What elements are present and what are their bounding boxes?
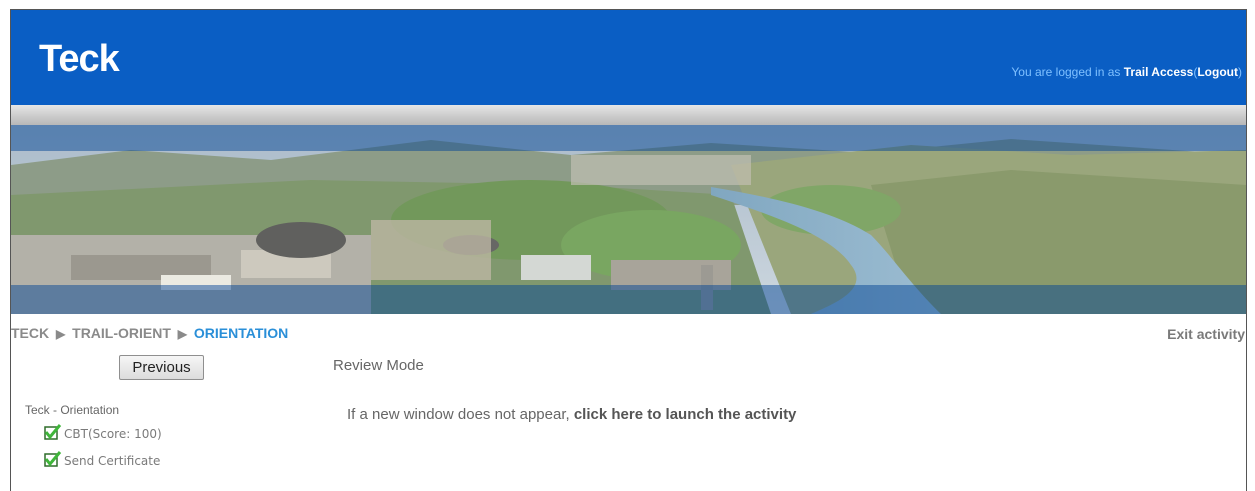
launch-activity-link[interactable]: click here to launch the activity [574,406,797,423]
breadcrumb-separator-icon: ▶ [177,327,188,341]
toc-item-send-certificate[interactable]: Send Certificate [44,451,160,470]
breadcrumb-item-trail-orient[interactable]: TRAIL-ORIENT [72,325,171,341]
login-info: You are logged in as Trail Access(Logout… [1011,65,1242,79]
toc-item-cbt[interactable]: CBT(Score: 100) [44,424,162,443]
breadcrumb-item-teck[interactable]: TECK [11,325,49,341]
launch-message: If a new window does not appear, click h… [347,406,796,423]
toc-item-label: Send Certificate [64,454,161,468]
login-prefix: You are logged in as [1011,65,1121,79]
breadcrumb-item-orientation: ORIENTATION [193,325,289,341]
logout-link[interactable]: Logout [1197,65,1238,79]
breadcrumb-separator-icon: ▶ [56,327,66,341]
activity-toc: Teck - Orientation [25,403,119,417]
toc-title: Teck - Orientation [25,403,120,417]
logged-in-user: Trail Access [1123,65,1194,79]
header-divider-bar [11,105,1246,125]
site-banner-image [11,125,1246,314]
review-mode-label: Review Mode [333,357,424,374]
completed-check-icon [44,451,62,470]
launch-prefix: If a new window does not appear, [347,406,570,423]
toc-item-label: CBT(Score: 100) [64,427,162,441]
breadcrumb: TECK ▶ TRAIL-ORIENT ▶ ORIENTATION [11,325,288,341]
teck-logo[interactable]: Teck [39,38,120,81]
exit-activity-link[interactable]: Exit activity [1167,326,1245,342]
previous-button[interactable]: Previous [119,355,204,380]
site-header: Teck You are logged in as Trail Access(L… [11,10,1246,105]
completed-check-icon [44,424,62,443]
logout-close-paren: ) [1238,65,1242,79]
